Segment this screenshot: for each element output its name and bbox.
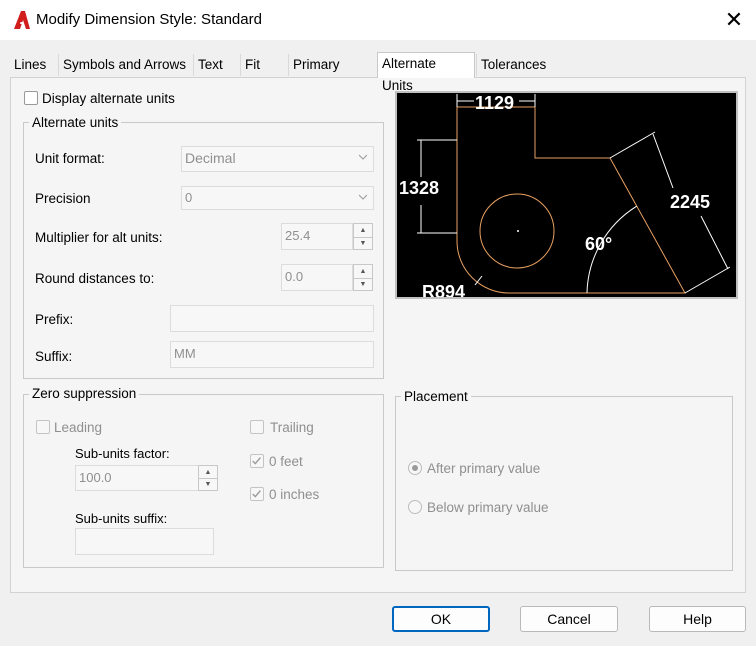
checkmark-icon xyxy=(252,490,261,498)
sub-units-factor-input[interactable]: 100.0 xyxy=(75,465,199,491)
close-button[interactable]: ✕ xyxy=(720,6,748,34)
sub-units-suffix-label: Sub-units suffix: xyxy=(75,511,168,526)
placement-group xyxy=(395,396,733,571)
below-primary-radio[interactable] xyxy=(408,500,422,514)
suffix-label: Suffix: xyxy=(35,349,73,364)
tab-label: Text xyxy=(198,57,223,72)
unit-format-value: Decimal xyxy=(185,150,236,166)
sub-units-factor-label: Sub-units factor: xyxy=(75,446,170,461)
spin-down-icon[interactable]: ▼ xyxy=(354,236,372,250)
trailing-checkbox[interactable] xyxy=(250,420,264,434)
precision-value: 0 xyxy=(185,190,193,205)
cancel-button[interactable]: Cancel xyxy=(520,606,618,632)
round-distances-input[interactable]: 0.0 xyxy=(281,264,353,291)
alternate-units-title: Alternate units xyxy=(29,115,122,130)
spin-up-icon[interactable]: ▲ xyxy=(354,265,372,278)
zero-suppression-title: Zero suppression xyxy=(29,386,140,401)
tab-lines[interactable]: Lines xyxy=(10,54,58,76)
display-alternate-units-checkbox[interactable] xyxy=(24,91,38,105)
multiplier-input[interactable]: 25.4 xyxy=(281,223,353,250)
prefix-label: Prefix: xyxy=(35,312,74,327)
zero-inches-label: 0 inches xyxy=(269,487,320,502)
tab-tolerances[interactable]: Tolerances xyxy=(476,54,551,76)
dim-top-text: 1129 xyxy=(475,93,514,113)
dim-right-text: 2245 xyxy=(670,192,710,212)
help-button[interactable]: Help xyxy=(649,606,746,632)
tab-fit[interactable]: Fit xyxy=(240,54,288,76)
tab-text[interactable]: Text xyxy=(193,54,239,76)
trailing-label: Trailing xyxy=(270,420,314,435)
placement-title: Placement xyxy=(401,389,471,404)
sub-units-suffix-input[interactable] xyxy=(75,528,214,555)
dim-left-text: 1328 xyxy=(399,178,439,198)
sub-units-factor-spinner[interactable]: ▲ ▼ xyxy=(198,465,218,491)
dimension-preview: 1129 1328 2245 60° R894 xyxy=(395,91,738,302)
leading-label: Leading xyxy=(54,420,103,435)
tab-label: Symbols and Arrows xyxy=(63,57,187,72)
angle-text: 60° xyxy=(585,234,612,254)
tab-label: Tolerances xyxy=(481,57,547,72)
chevron-down-icon xyxy=(359,194,367,200)
checkmark-icon xyxy=(252,457,261,465)
display-alternate-units-label: Display alternate units xyxy=(42,91,175,106)
tab-label: Lines xyxy=(14,57,47,72)
spin-up-icon[interactable]: ▲ xyxy=(354,224,372,237)
zero-inches-checkbox[interactable] xyxy=(250,487,264,501)
unit-format-label: Unit format: xyxy=(35,151,105,166)
multiplier-label: Multiplier for alt units: xyxy=(35,230,163,245)
precision-select[interactable]: 0 xyxy=(181,186,374,210)
after-primary-radio[interactable] xyxy=(408,461,422,475)
below-primary-label: Below primary value xyxy=(427,500,549,515)
zero-feet-checkbox[interactable] xyxy=(250,454,264,468)
spin-down-icon[interactable]: ▼ xyxy=(354,277,372,291)
window-title: Modify Dimension Style: Standard xyxy=(36,11,262,28)
ok-button[interactable]: OK xyxy=(392,606,490,632)
spin-up-icon[interactable]: ▲ xyxy=(199,466,217,478)
multiplier-spinner[interactable]: ▲ ▼ xyxy=(353,223,373,250)
suffix-input[interactable]: MM xyxy=(170,341,374,368)
tab-label: Fit xyxy=(245,57,260,72)
preview-drawing: 1129 1328 2245 60° R894 xyxy=(399,93,731,302)
zero-feet-label: 0 feet xyxy=(269,454,303,469)
hole-center-mark xyxy=(517,230,519,232)
chevron-down-icon xyxy=(359,154,367,160)
round-distances-spinner[interactable]: ▲ ▼ xyxy=(353,264,373,291)
precision-label: Precision xyxy=(35,191,91,206)
leading-checkbox[interactable] xyxy=(36,420,50,434)
tab-alternate-units[interactable]: Alternate Units xyxy=(377,52,475,93)
autocad-a-icon xyxy=(14,11,30,29)
tab-primary-units[interactable]: Primary Units xyxy=(288,54,377,94)
round-distances-label: Round distances to: xyxy=(35,271,155,286)
spin-down-icon[interactable]: ▼ xyxy=(199,478,217,490)
tab-symbols-and-arrows[interactable]: Symbols and Arrows xyxy=(58,54,192,76)
after-primary-label: After primary value xyxy=(427,461,541,476)
prefix-input[interactable] xyxy=(170,305,374,332)
unit-format-select[interactable]: Decimal xyxy=(181,146,374,172)
radius-text: R894 xyxy=(422,282,465,297)
